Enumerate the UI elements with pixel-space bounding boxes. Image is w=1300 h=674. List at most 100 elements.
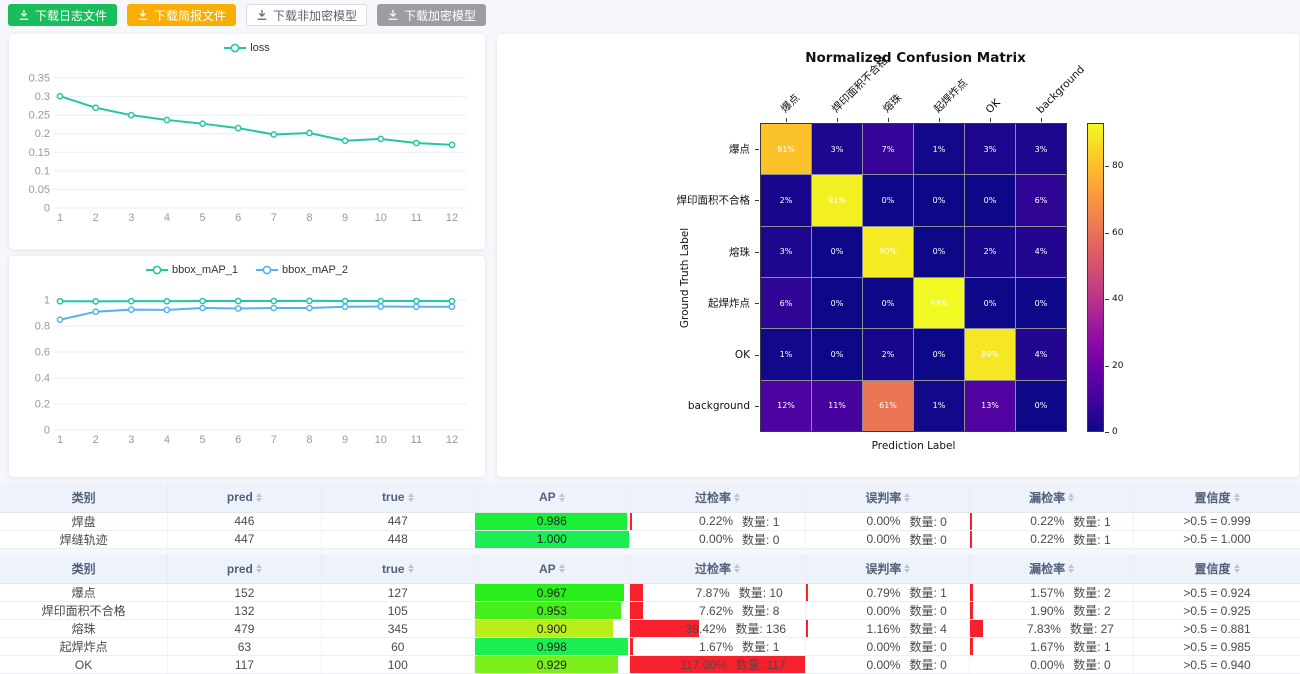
- column-header-误判率[interactable]: 误判率: [806, 555, 970, 584]
- svg-text:0.2: 0.2: [35, 399, 50, 411]
- rate-count: 数量: 10: [739, 584, 783, 601]
- ap-cell: 0.998: [474, 638, 629, 656]
- svg-text:11: 11: [411, 434, 422, 446]
- miss-detect-cell: 1.90%数量: 2: [970, 602, 1134, 620]
- rate-value: 1.90%: [993, 604, 1065, 618]
- sort-icon[interactable]: [256, 564, 262, 573]
- download-report-button[interactable]: 下载简报文件: [127, 4, 236, 26]
- column-header-置信度[interactable]: 置信度: [1134, 483, 1300, 512]
- confusion-matrix-x-axis-label: Prediction Label: [872, 440, 956, 452]
- svg-text:6: 6: [235, 212, 241, 224]
- over-detect-cell: 0.00%数量: 0: [629, 530, 806, 548]
- sort-icon[interactable]: [1234, 564, 1240, 573]
- download-plain-model-button[interactable]: 下载非加密模型: [246, 4, 367, 26]
- matrix-tick: [755, 149, 759, 150]
- miss-detect-cell: 1.67%数量: 1: [970, 638, 1134, 656]
- column-header-AP[interactable]: AP: [474, 483, 629, 512]
- sort-icon[interactable]: [904, 564, 910, 573]
- rate-count: 数量: 27: [1070, 620, 1114, 637]
- sort-icon[interactable]: [1234, 493, 1240, 502]
- rate-value: 0.22%: [993, 532, 1065, 546]
- rate-value: 0.00%: [829, 532, 901, 546]
- matrix-cell: 0%: [914, 175, 964, 225]
- svg-text:0.8: 0.8: [35, 321, 50, 333]
- over-detect-cell: 7.62%数量: 8: [629, 602, 806, 620]
- sort-icon[interactable]: [1068, 493, 1074, 502]
- confusion-matrix-grid: 81%3%7%1%3%3%2%91%0%0%0%6%3%0%90%0%2%4%6…: [760, 123, 1067, 432]
- sort-icon[interactable]: [559, 493, 565, 502]
- matrix-column-label: OK: [984, 97, 1003, 116]
- download-log-button[interactable]: 下载日志文件: [8, 4, 117, 26]
- svg-text:12: 12: [446, 434, 458, 446]
- column-header-过检率[interactable]: 过检率: [629, 555, 806, 584]
- rate-count: 数量: 117: [736, 656, 786, 673]
- header-label: AP: [539, 490, 556, 504]
- matrix-cell: 3%: [1016, 124, 1066, 174]
- rate-value: 0.00%: [829, 658, 901, 672]
- metrics-table-defects: 类别predtrueAP过检率误判率漏检率置信度爆点1521270.9677.8…: [0, 555, 1300, 674]
- download-icon: [256, 9, 268, 21]
- sort-icon[interactable]: [1068, 564, 1074, 573]
- matrix-cell: 93%: [914, 278, 964, 328]
- header-label: 过检率: [695, 489, 731, 506]
- matrix-cell: 4%: [1016, 329, 1066, 379]
- header-label: AP: [539, 562, 556, 576]
- ap-value: 0.953: [475, 602, 629, 619]
- miss-detect-cell: 7.83%数量: 27: [970, 620, 1134, 638]
- svg-text:0.3: 0.3: [35, 91, 50, 103]
- true-cell: 100: [321, 656, 474, 674]
- download-encrypted-model-button[interactable]: 下载加密模型: [377, 4, 486, 26]
- button-label: 下载非加密模型: [273, 7, 357, 24]
- svg-text:7: 7: [271, 212, 277, 224]
- column-header-误判率[interactable]: 误判率: [806, 483, 970, 512]
- pred-cell: 446: [168, 512, 321, 530]
- pred-cell: 447: [168, 530, 321, 548]
- column-header-AP[interactable]: AP: [474, 555, 629, 584]
- svg-text:0: 0: [44, 425, 50, 437]
- column-header-true[interactable]: true: [321, 483, 474, 512]
- matrix-cell: 2%: [863, 329, 913, 379]
- column-header-置信度[interactable]: 置信度: [1134, 555, 1300, 584]
- category-cell: OK: [0, 656, 168, 674]
- misjudge-cell: 0.00%数量: 0: [806, 638, 970, 656]
- category-cell: 爆点: [0, 584, 168, 602]
- matrix-cell: 0%: [914, 329, 964, 379]
- header-label: 类别: [72, 560, 96, 577]
- ap-value: 0.998: [475, 638, 629, 655]
- svg-text:0: 0: [44, 203, 50, 215]
- sort-icon[interactable]: [408, 493, 414, 502]
- header-label: 漏检率: [1029, 560, 1065, 577]
- misjudge-cell: 0.00%数量: 0: [806, 512, 970, 530]
- matrix-cell: 3%: [812, 124, 862, 174]
- rate-value: 0.22%: [656, 514, 733, 528]
- column-header-pred[interactable]: pred: [168, 555, 321, 584]
- over-detect-cell: 0.22%数量: 1: [629, 512, 806, 530]
- column-header-true[interactable]: true: [321, 555, 474, 584]
- svg-text:11: 11: [411, 212, 422, 224]
- table-row: 焊缝轨迹4474481.0000.00%数量: 00.00%数量: 00.22%…: [0, 530, 1300, 548]
- colorbar-tick: [1105, 166, 1109, 167]
- sort-icon[interactable]: [734, 493, 740, 502]
- column-header-漏检率[interactable]: 漏检率: [970, 555, 1134, 584]
- header-label: pred: [227, 490, 253, 504]
- pred-cell: 117: [168, 656, 321, 674]
- header-label: true: [382, 562, 405, 576]
- column-header-过检率[interactable]: 过检率: [629, 483, 806, 512]
- rate-count: 数量: 2: [1073, 584, 1110, 601]
- matrix-cell: 0%: [812, 227, 862, 277]
- sort-icon[interactable]: [734, 564, 740, 573]
- sort-icon[interactable]: [559, 564, 565, 573]
- column-header-pred[interactable]: pred: [168, 483, 321, 512]
- sort-icon[interactable]: [408, 564, 414, 573]
- colorbar-tick: [1105, 366, 1109, 367]
- sort-icon[interactable]: [256, 493, 262, 502]
- pred-cell: 132: [168, 602, 321, 620]
- category-cell: 焊盘: [0, 512, 168, 530]
- pred-cell: 63: [168, 638, 321, 656]
- matrix-cell: 0%: [965, 278, 1015, 328]
- matrix-column-label: background: [1035, 64, 1087, 116]
- column-header-漏检率[interactable]: 漏检率: [970, 483, 1134, 512]
- matrix-cell: 0%: [914, 227, 964, 277]
- sort-icon[interactable]: [904, 493, 910, 502]
- ap-value: 0.900: [475, 620, 629, 637]
